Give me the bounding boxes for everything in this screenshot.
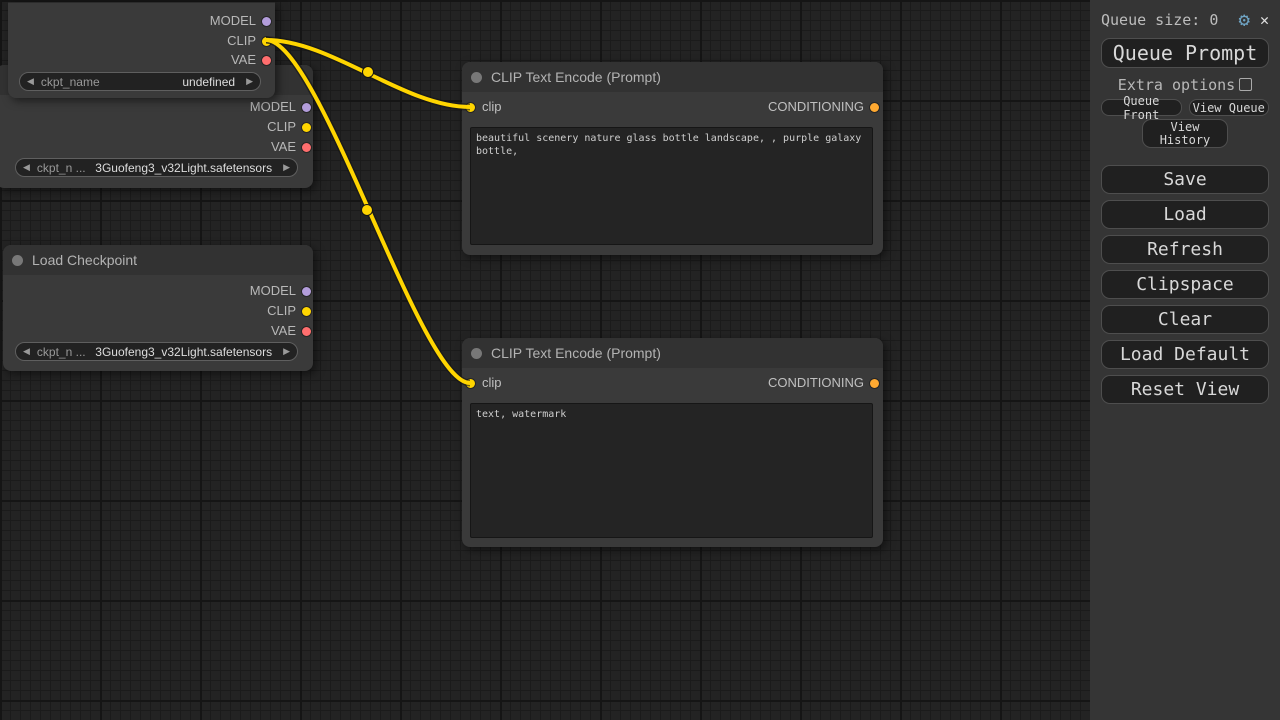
extra-options-checkbox[interactable] (1239, 78, 1252, 91)
extra-options-row: Extra options (1101, 77, 1269, 92)
link-midpoint-dot (363, 67, 374, 78)
settings-gear-icon[interactable]: ⚙ (1239, 11, 1250, 30)
clip-input-dot[interactable] (466, 379, 475, 388)
vae-slot-dot[interactable] (262, 56, 271, 65)
clipspace-button[interactable]: Clipspace (1101, 270, 1269, 299)
node-status-dot (471, 348, 482, 359)
clip-text-encode-node-negative[interactable]: CLIP Text Encode (Prompt) clip CONDITION… (462, 338, 883, 547)
ckpt-name-widget[interactable]: ◀ ckpt_n ... 3Guofeng3_v32Light.safetens… (15, 158, 298, 177)
widget-label: ckpt_n ... (37, 345, 86, 359)
node-title-bar[interactable]: CLIP Text Encode (Prompt) (462, 338, 883, 368)
output-slot-model[interactable]: MODEL (250, 284, 311, 298)
node-title: Load Checkpoint (32, 252, 137, 268)
node-title: CLIP Text Encode (Prompt) (491, 69, 661, 85)
extra-options-label: Extra options (1118, 76, 1235, 94)
ckpt-name-widget[interactable]: ◀ ckpt_n ... 3Guofeng3_v32Light.safetens… (15, 342, 298, 361)
widget-value: 3Guofeng3_v32Light.safetensors (95, 161, 272, 175)
widget-value: undefined (182, 75, 235, 89)
clip-slot-dot[interactable] (262, 37, 271, 46)
refresh-button[interactable]: Refresh (1101, 235, 1269, 264)
clip-slot-dot[interactable] (302, 307, 311, 316)
queue-count: 0 (1209, 11, 1218, 29)
link-midpoint-dot (362, 205, 373, 216)
output-slot-vae[interactable]: VAE (231, 53, 271, 67)
widget-right-arrow-icon[interactable]: ▶ (283, 346, 290, 357)
output-slot-conditioning[interactable]: CONDITIONING (768, 100, 879, 114)
widget-left-arrow-icon[interactable]: ◀ (23, 346, 30, 357)
widget-label: ckpt_n ... (37, 161, 86, 175)
vae-slot-dot[interactable] (302, 143, 311, 152)
slot-label: MODEL (250, 100, 296, 114)
load-checkpoint-node[interactable]: Load Checkpoint MODEL CLIP VAE ◀ ckpt_n … (3, 245, 313, 371)
vae-slot-dot[interactable] (302, 327, 311, 336)
output-slot-vae[interactable]: VAE (271, 324, 311, 338)
clip-text-encode-node-positive[interactable]: CLIP Text Encode (Prompt) clip CONDITION… (462, 62, 883, 255)
model-slot-dot[interactable] (302, 103, 311, 112)
output-slot-model[interactable]: MODEL (210, 14, 271, 28)
widget-left-arrow-icon[interactable]: ◀ (23, 162, 30, 173)
node-status-dot (471, 72, 482, 83)
node-graph-canvas[interactable]: MODEL CLIP VAE ◀ ckpt_n ... 3Guofeng3_v3… (0, 0, 1280, 720)
save-button[interactable]: Save (1101, 165, 1269, 194)
close-icon[interactable]: ✕ (1260, 11, 1269, 29)
slot-label: CLIP (267, 304, 296, 318)
comfy-menu: Queue size: 0 ⚙ ✕ Queue Prompt Extra opt… (1090, 0, 1280, 720)
comfyui-app: MODEL CLIP VAE ◀ ckpt_n ... 3Guofeng3_v3… (0, 0, 1280, 720)
input-slot-clip[interactable]: clip (466, 376, 502, 390)
widget-right-arrow-icon[interactable]: ▶ (283, 162, 290, 173)
queue-action-row: Queue Front View Queue (1101, 99, 1269, 116)
queue-size-label: Queue size: 0 (1101, 11, 1239, 29)
slot-label: VAE (231, 53, 256, 67)
positive-prompt-textarea[interactable]: beautiful scenery nature glass bottle la… (470, 127, 873, 245)
conditioning-slot-dot[interactable] (870, 379, 879, 388)
widget-left-arrow-icon[interactable]: ◀ (27, 76, 34, 87)
conditioning-slot-dot[interactable] (870, 103, 879, 112)
slot-label: VAE (271, 140, 296, 154)
input-slot-clip[interactable]: clip (466, 100, 502, 114)
slot-label: CONDITIONING (768, 376, 864, 390)
load-default-button[interactable]: Load Default (1101, 340, 1269, 369)
slot-label: CLIP (227, 34, 256, 48)
node-status-dot (12, 255, 23, 266)
output-slot-vae[interactable]: VAE (271, 140, 311, 154)
slot-label: CLIP (267, 120, 296, 134)
output-slot-conditioning[interactable]: CONDITIONING (768, 376, 879, 390)
clear-button[interactable]: Clear (1101, 305, 1269, 334)
load-checkpoint-node-top[interactable]: MODEL CLIP VAE ◀ ckpt_name undefined ▶ (8, 2, 275, 98)
output-slot-clip[interactable]: CLIP (267, 120, 311, 134)
node-title: CLIP Text Encode (Prompt) (491, 345, 661, 361)
queue-prompt-button[interactable]: Queue Prompt (1101, 38, 1269, 68)
clip-input-dot[interactable] (466, 103, 475, 112)
slot-label: MODEL (250, 284, 296, 298)
slot-label: MODEL (210, 14, 256, 28)
slot-label: clip (482, 100, 502, 114)
slot-label: VAE (271, 324, 296, 338)
slot-label: clip (482, 376, 502, 390)
load-button[interactable]: Load (1101, 200, 1269, 229)
widget-right-arrow-icon[interactable]: ▶ (246, 76, 253, 87)
node-title-bar[interactable]: Load Checkpoint (3, 245, 313, 275)
view-history-button[interactable]: View History (1142, 119, 1228, 148)
queue-front-button[interactable]: Queue Front (1101, 99, 1182, 116)
output-slot-clip[interactable]: CLIP (267, 304, 311, 318)
negative-prompt-textarea[interactable]: text, watermark (470, 403, 873, 538)
view-queue-button[interactable]: View Queue (1189, 99, 1270, 116)
node-title-bar[interactable]: CLIP Text Encode (Prompt) (462, 62, 883, 92)
ckpt-name-widget[interactable]: ◀ ckpt_name undefined ▶ (19, 72, 261, 91)
output-slot-model[interactable]: MODEL (250, 100, 311, 114)
slot-label: CONDITIONING (768, 100, 864, 114)
model-slot-dot[interactable] (262, 17, 271, 26)
widget-value: 3Guofeng3_v32Light.safetensors (95, 345, 272, 359)
output-slot-clip[interactable]: CLIP (227, 34, 271, 48)
widget-label: ckpt_name (41, 75, 100, 89)
reset-view-button[interactable]: Reset View (1101, 375, 1269, 404)
clip-slot-dot[interactable] (302, 123, 311, 132)
queue-size-row: Queue size: 0 ⚙ ✕ (1101, 10, 1269, 30)
model-slot-dot[interactable] (302, 287, 311, 296)
